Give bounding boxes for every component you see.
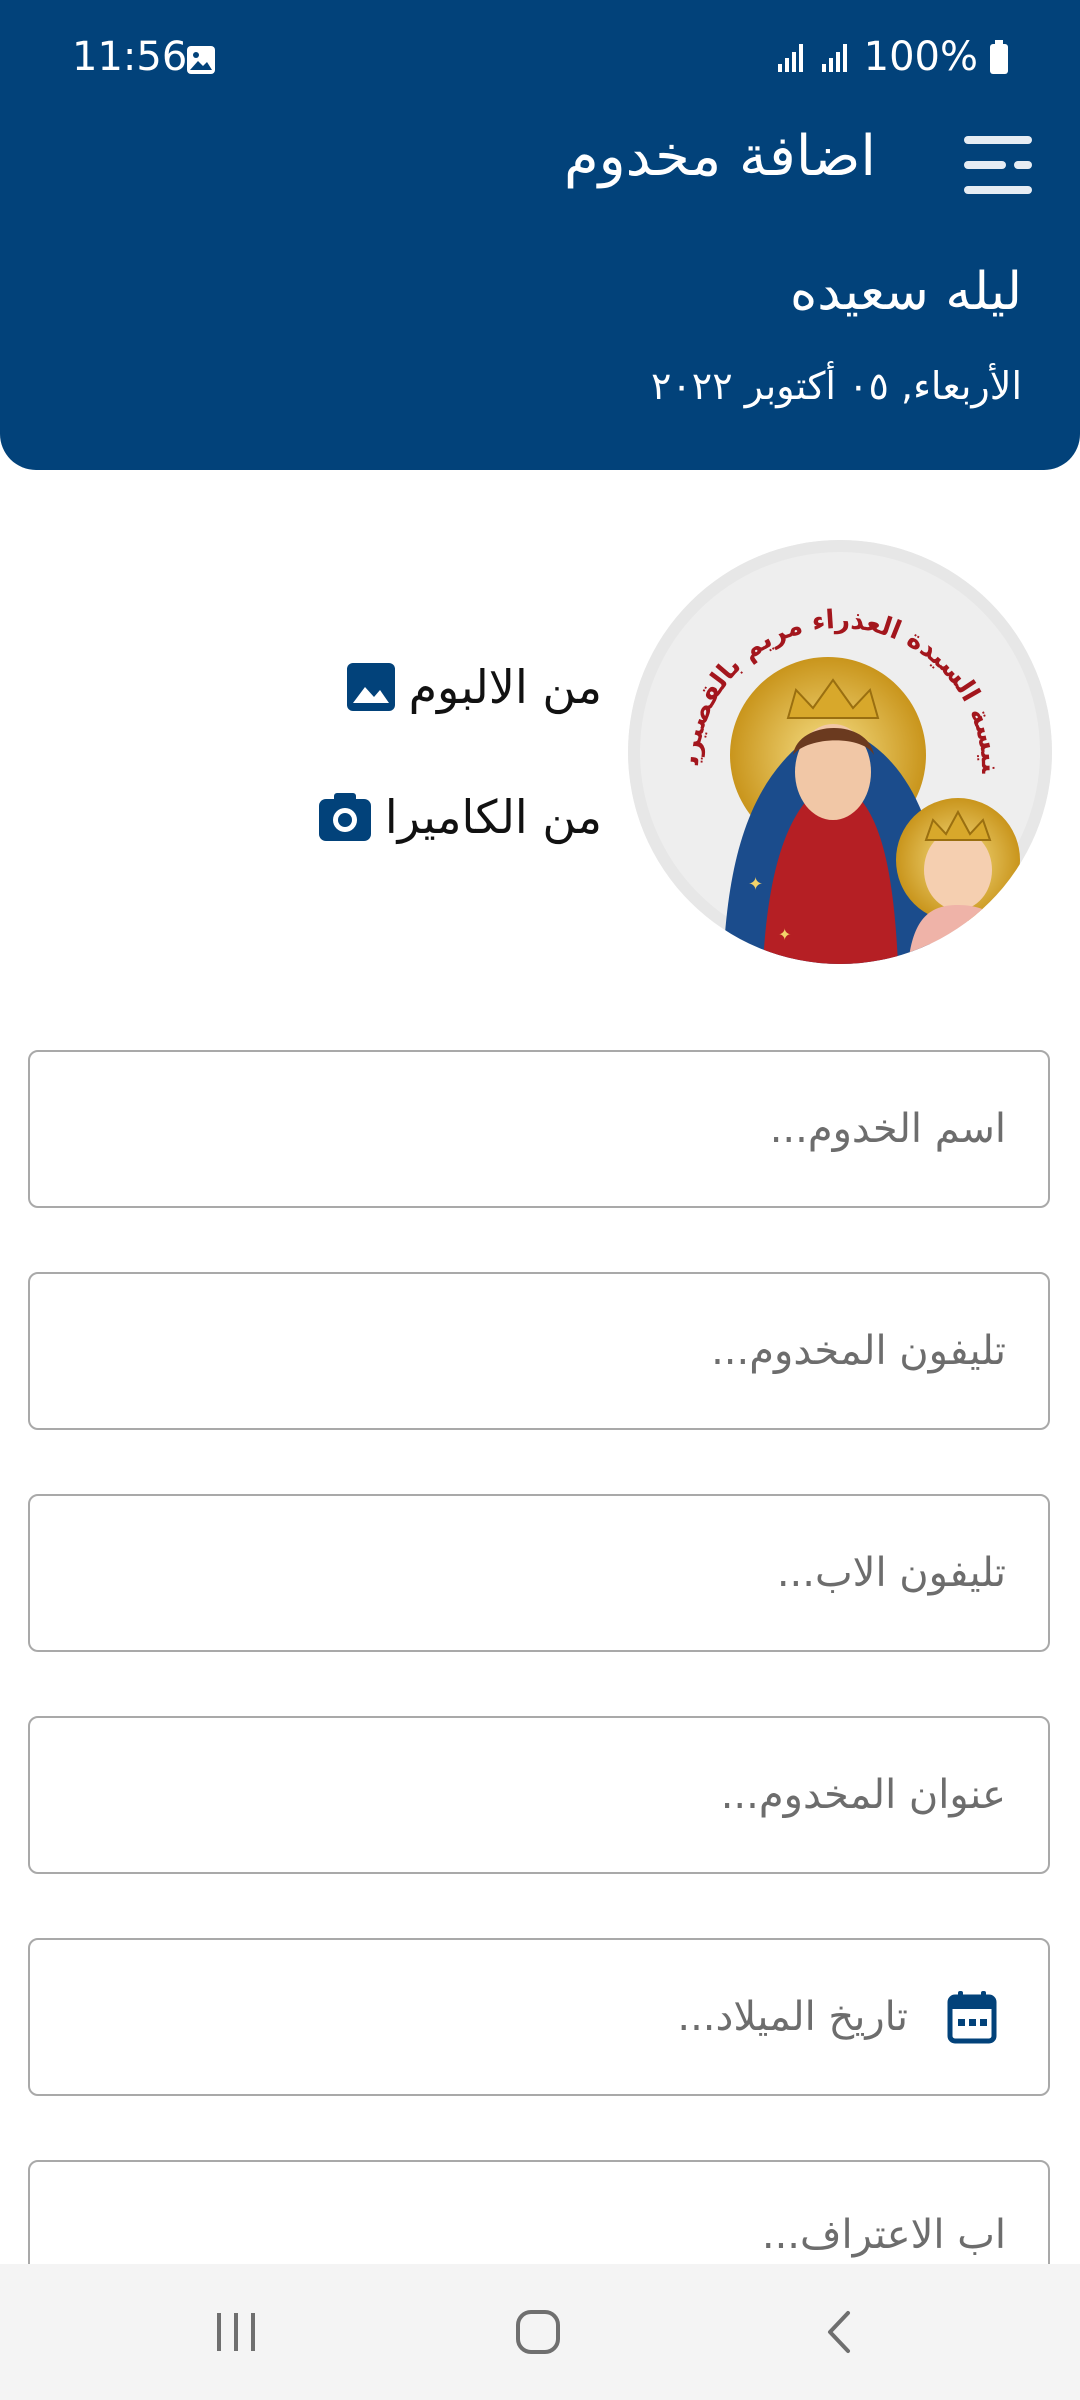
app-header: 11:56 100% اضافة مخدوم ليله سعيده الأربع… <box>0 0 1080 470</box>
birthdate-placeholder: تاريخ الميلاد... <box>677 1994 908 2040</box>
page-title: اضافة مخدوم <box>563 124 876 189</box>
home-button[interactable] <box>458 2264 618 2400</box>
from-camera-button[interactable]: من الكاميرا <box>317 790 602 844</box>
address-field[interactable]: عنوان المخدوم... <box>28 1716 1050 1874</box>
signal-icon <box>777 44 803 72</box>
from-album-label: من الالبوم <box>408 660 602 714</box>
gallery-notification-icon <box>187 46 215 74</box>
name-placeholder: اسم الخدوم... <box>769 1106 1006 1152</box>
name-field[interactable]: اسم الخدوم... <box>28 1050 1050 1208</box>
confession-father-placeholder: اب الاعتراف... <box>761 2212 1006 2258</box>
status-indicators: 100% <box>776 34 1010 80</box>
father-phone-placeholder: تليفون الاب... <box>776 1550 1006 1596</box>
status-time: 11:56 <box>72 34 188 80</box>
recents-icon <box>217 2313 255 2351</box>
back-button[interactable] <box>760 2264 920 2400</box>
address-placeholder: عنوان المخدوم... <box>720 1772 1006 1818</box>
back-icon <box>828 2311 850 2353</box>
battery-percent: 100% <box>863 34 978 80</box>
greeting-text: ليله سعيده <box>789 262 1022 322</box>
battery-icon <box>990 40 1008 74</box>
camera-icon <box>318 793 371 841</box>
system-nav-bar <box>0 2264 1080 2400</box>
church-logo: كنيسة السيدة العذراء مريم بالقصيرين ✦ ✦ … <box>628 540 1052 964</box>
calendar-icon <box>947 1991 997 2044</box>
signal-icon-2 <box>821 44 847 72</box>
avatar-image[interactable]: كنيسة السيدة العذراء مريم بالقصيرين ✦ ✦ … <box>628 540 1052 964</box>
svg-text:✦: ✦ <box>748 874 763 895</box>
image-icon <box>346 663 395 711</box>
from-camera-label: من الكاميرا <box>384 790 602 844</box>
phone-field[interactable]: تليفون المخدوم... <box>28 1272 1050 1430</box>
birthdate-field[interactable]: تاريخ الميلاد... <box>28 1938 1050 2096</box>
menu-icon[interactable] <box>960 130 1036 200</box>
home-icon <box>516 2310 560 2354</box>
calendar-icon-wrap[interactable] <box>946 1989 998 2045</box>
from-album-button[interactable]: من الالبوم <box>345 660 602 714</box>
svg-text:✦: ✦ <box>778 925 791 944</box>
date-text: الأربعاء, ٠٥ أكتوبر ٢٠٢٢ <box>650 364 1022 408</box>
recents-button[interactable] <box>156 2264 316 2400</box>
father-phone-field[interactable]: تليفون الاب... <box>28 1494 1050 1652</box>
phone-placeholder: تليفون المخدوم... <box>711 1328 1006 1374</box>
